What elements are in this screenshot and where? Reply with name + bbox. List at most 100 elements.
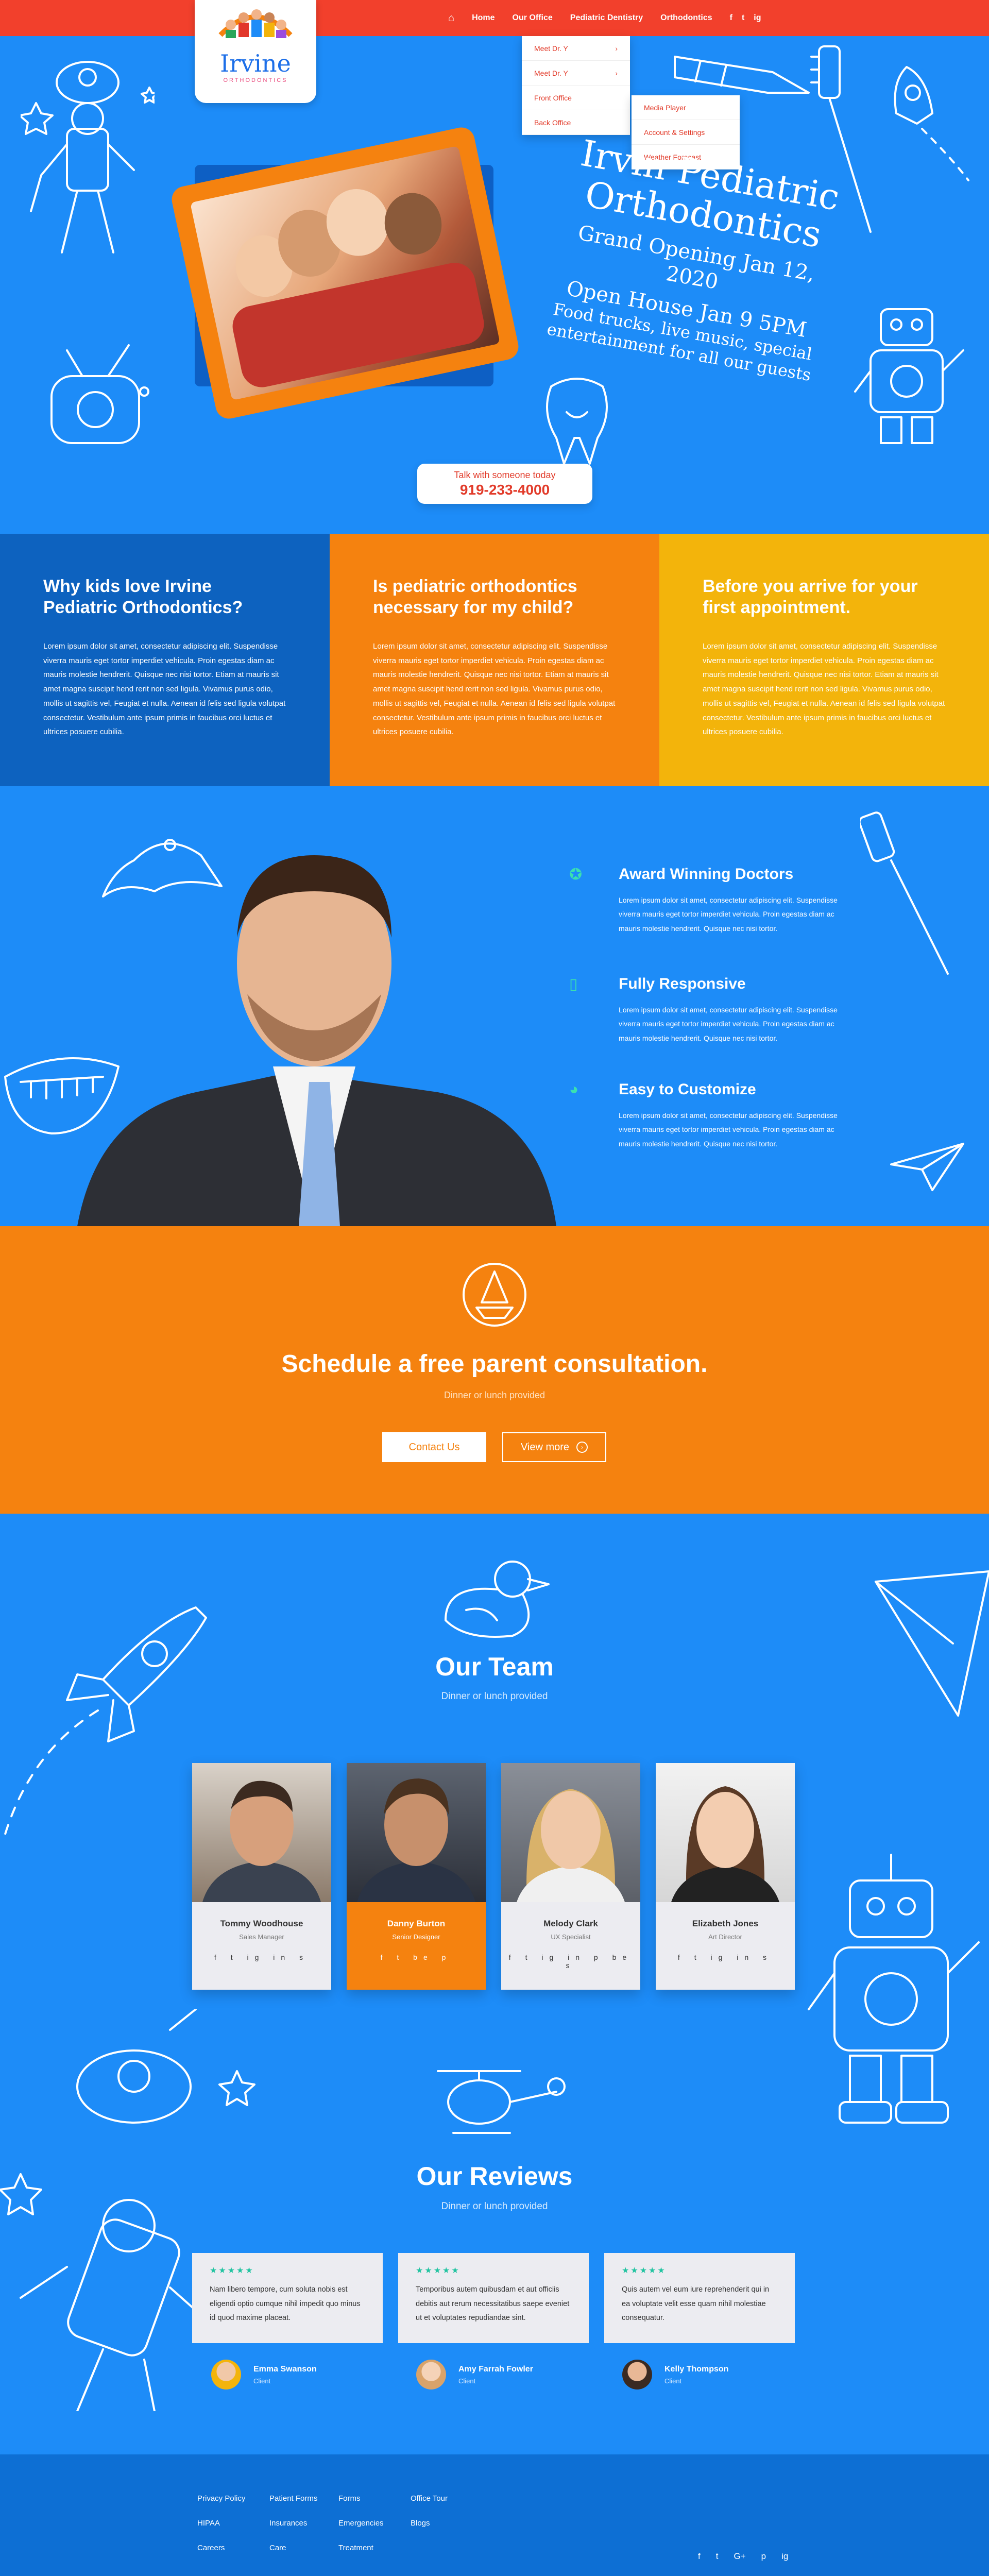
instagram-icon[interactable]: ig [781,2551,788,2562]
nav-social: f t ig [730,13,761,23]
footer-link[interactable]: Patient Forms [269,2486,317,2511]
footer-link[interactable]: Insurances [269,2511,317,2536]
footer-column-4: Office Tour Blogs [411,2486,448,2536]
feature-body-2: Lorem ipsum dolor sit amet, consectetur … [619,1006,838,1042]
facebook-icon[interactable]: f [730,13,732,23]
chevron-right-icon: › [615,44,618,53]
duck-doodle-icon [445,1561,550,1638]
avatar [622,2360,652,2389]
nav-home[interactable]: Home [472,13,494,23]
feature-body-3: Lorem ipsum dolor sit amet, consectetur … [619,1111,838,1148]
review-author-role: Client [664,2377,682,2385]
info-title-3: Before you arrive for your first appoint… [703,577,918,618]
team-card-4[interactable]: Elizabeth Jones Art Director f t ig in s [656,1763,795,1990]
avatar [416,2360,446,2389]
team-member-role: UX Specialist [551,1933,591,1941]
home-icon[interactable]: ⌂ [448,12,454,24]
nav-orthodontics[interactable]: Orthodontics [660,13,712,23]
footer-social: f t G+ p ig [698,2551,788,2562]
team-member-social[interactable]: f t ig in s [192,1953,331,1961]
sailboat-doodle-icon [463,1263,526,1327]
team-member-name: Melody Clark [543,1919,598,1928]
cta-title: Schedule a free parent consultation. [281,1350,708,1378]
info-column-2: Is pediatric orthodontics necessary for … [330,534,659,786]
twitter-icon[interactable]: t [716,2551,719,2562]
star-rating: ★★★★★ [622,2266,667,2275]
dropdown-item-meet-dr-y-2[interactable]: Meet Dr. Y › [522,61,630,86]
footer-link[interactable]: Emergencies [338,2511,384,2536]
review-text: Quis autem vel eum iure reprehenderit qu… [622,2285,770,2323]
palette-icon: ◕ [569,1081,579,1098]
team-member-name: Danny Burton [387,1919,446,1928]
google-plus-icon[interactable]: G+ [734,2551,745,2562]
feature-body-1: Lorem ipsum dolor sit amet, consectetur … [619,896,838,933]
brand-tagline: ORTHODONTICS [223,77,288,83]
footer-link[interactable]: Privacy Policy [197,2486,245,2511]
info-body-2: Lorem ipsum dolor sit amet, consectetur … [373,641,616,737]
rocket-doodle-icon-2 [4,1606,207,1835]
feature-title-2: Fully Responsive [619,975,746,992]
star-rating: ★★★★★ [210,2266,254,2275]
team-photo [656,1763,795,1902]
info-body-1: Lorem ipsum dolor sit amet, consectetur … [43,641,286,737]
phone-number: 919-233-4000 [459,482,550,498]
review-author-2: Amy Farrah Fowler Client [416,2360,560,2391]
astronaut-doodle-icon [21,61,155,253]
helicopter-doodle-icon [437,2070,566,2134]
nav-pediatric-dentistry[interactable]: Pediatric Dentistry [570,13,643,23]
team-member-role: Art Director [708,1933,742,1941]
review-author-role: Client [458,2377,476,2385]
logo[interactable]: Irvine ORTHODONTICS [195,0,316,103]
tooth-doodle-icon [546,378,608,465]
team-member-social[interactable]: f t be p [347,1953,486,1961]
review-author-1: Emma Swanson Client [211,2360,345,2391]
footer-link[interactable]: Forms [338,2486,384,2511]
paper-plane-doodle-icon [890,1143,964,1191]
footer-link[interactable]: Office Tour [411,2486,448,2511]
feature-award: ✪ Award Winning Doctors Lorem ipsum dolo… [569,866,858,936]
team-card-1[interactable]: Tommy Woodhouse Sales Manager f t ig in … [192,1763,331,1990]
footer-link[interactable]: Careers [197,2536,245,2561]
team-member-social[interactable]: f t ig in p be s [501,1953,640,1970]
footer-link[interactable]: HIPAA [197,2511,245,2536]
dropdown-our-office: Meet Dr. Y › Meet Dr. Y › Front Office Bac… [522,36,630,135]
robot-doodle-icon-2 [808,1854,980,2124]
robot-doodle-icon [854,308,964,444]
review-text: Temporibus autem quibusdam et aut offici… [416,2285,570,2323]
feature-title-1: Award Winning Doctors [619,866,794,883]
team-photo [501,1763,640,1902]
cta-subtitle: Dinner or lunch provided [444,1390,545,1400]
team-member-social[interactable]: f t ig in s [656,1953,795,1961]
dropdown-item-meet-dr-y[interactable]: Meet Dr. Y › [522,36,630,61]
view-more-button[interactable]: View more › [502,1432,606,1462]
facebook-icon[interactable]: f [698,2551,701,2562]
dropdown-item-back-office[interactable]: Back Office [522,110,630,135]
review-card-1: ★★★★★ Nam libero tempore, cum soluta nob… [192,2253,383,2343]
dropdown-item-front-office[interactable]: Front Office [522,86,630,110]
toothbrush-doodle-icon-2 [860,811,949,975]
nav-our-office[interactable]: Our Office [513,13,553,23]
call-button[interactable]: Talk with someone today 919-233-4000 [417,464,592,504]
contact-us-button[interactable]: Contact Us [382,1432,486,1462]
twitter-icon[interactable]: t [742,13,744,23]
kids-logo-icon [218,9,293,38]
review-text: Nam libero tempore, cum soluta nobis est… [210,2285,361,2323]
team-subtitle: Dinner or lunch provided [441,1691,548,1702]
team-card-2[interactable]: Danny Burton Senior Designer f t be p [347,1763,486,1990]
instagram-icon[interactable]: ig [754,13,761,23]
dropdown-item-account-settings[interactable]: Account & Settings [632,120,740,145]
cta-section: Schedule a free parent consultation. Din… [0,1226,989,1514]
footer-link[interactable]: Care [269,2536,317,2561]
footer-link[interactable]: Blogs [411,2511,448,2536]
award-icon: ✪ [569,866,583,883]
brand-name: Irvine [220,49,291,77]
hero-announcement: Irvin Pediatric Orthodontics Grand Openi… [535,131,856,387]
team-card-3[interactable]: Melody Clark UX Specialist f t ig in p b… [501,1763,640,1990]
talk-label: Talk with someone today [454,470,556,480]
chevron-right-icon: › [615,69,618,77]
pinterest-icon[interactable]: p [761,2551,766,2562]
team-member-role: Senior Designer [392,1933,440,1941]
footer-column-2: Patient Forms Insurances Care [269,2486,317,2561]
review-author-name: Kelly Thompson [664,2365,729,2374]
footer-link[interactable]: Treatment [338,2536,384,2561]
